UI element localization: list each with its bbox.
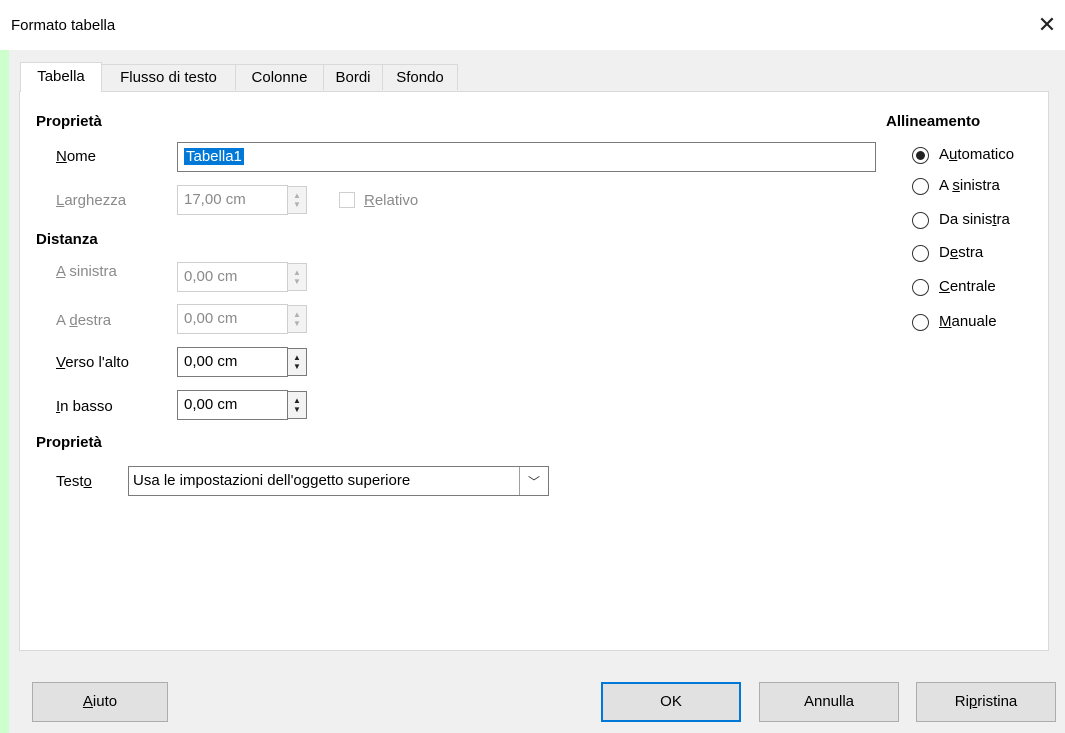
properties-header: Proprietà	[36, 113, 102, 130]
reset-button[interactable]: Ripristina	[916, 682, 1056, 722]
left-accent-strip	[0, 0, 9, 733]
radio-manual-label: Manuale	[939, 313, 997, 330]
tab-panel	[19, 91, 1049, 651]
spacing-left-label: A sinistra	[56, 263, 117, 280]
spacing-right-input[interactable]: 0,00 cm	[177, 304, 288, 334]
spacing-bottom-input[interactable]: 0,00 cm	[177, 390, 288, 420]
radio-center-label: Centrale	[939, 278, 996, 295]
radio-from-left[interactable]	[912, 212, 929, 229]
tab-sfondo[interactable]: Sfondo	[382, 64, 458, 90]
name-input[interactable]: Tabella1	[177, 142, 876, 172]
text-direction-label: Testo	[56, 473, 92, 490]
radio-center[interactable]	[912, 279, 929, 296]
spacing-bottom-spin-button[interactable]: ▲ ▼	[287, 391, 307, 419]
spacing-top-label: Verso l'alto	[56, 354, 129, 371]
help-button[interactable]: Aiuto	[32, 682, 168, 722]
tab-flusso-di-testo[interactable]: Flusso di testo	[101, 64, 236, 90]
radio-left-label: A sinistra	[939, 177, 1000, 194]
tab-bordi[interactable]: Bordi	[323, 64, 383, 90]
spacing-bottom-label: In basso	[56, 398, 113, 415]
radio-automatic-label: Automatico	[939, 146, 1015, 163]
text-direction-dropdown[interactable]: Usa le impostazioni dell'oggetto superio…	[128, 466, 549, 496]
spacing-right-spin-button[interactable]: ▲ ▼	[287, 305, 307, 333]
text-direction-value: Usa le impostazioni dell'oggetto superio…	[133, 472, 411, 489]
radio-manual[interactable]	[912, 314, 929, 331]
radio-from-left-label: Da sinistra	[939, 211, 1010, 228]
spacing-header: Distanza	[36, 231, 98, 248]
radio-right[interactable]	[912, 245, 929, 262]
relative-checkbox[interactable]	[339, 192, 355, 208]
spacing-top-spin-button[interactable]: ▲ ▼	[287, 348, 307, 376]
spacing-right-label: A destra	[56, 312, 112, 329]
tab-colonne[interactable]: Colonne	[235, 64, 324, 90]
spacing-top-input[interactable]: 0,00 cm	[177, 347, 288, 377]
width-label: Larghezza	[56, 192, 127, 209]
cancel-button[interactable]: Annulla	[759, 682, 899, 722]
width-input[interactable]: 17,00 cm	[177, 185, 288, 215]
chevron-down-icon[interactable]: ﹀	[519, 467, 548, 495]
relative-label: Relativo	[364, 192, 419, 209]
tab-tabella[interactable]: Tabella	[20, 62, 102, 92]
radio-right-label: Destra	[939, 244, 984, 261]
width-spin-button[interactable]: ▲ ▼	[287, 186, 307, 214]
close-icon[interactable]: ✕	[1030, 8, 1064, 42]
radio-left[interactable]	[912, 178, 929, 195]
spacing-left-spin-button[interactable]: ▲ ▼	[287, 263, 307, 291]
properties2-header: Proprietà	[36, 434, 102, 451]
title-bar: Formato tabella ✕	[0, 0, 1065, 50]
alignment-header: Allineamento	[886, 113, 981, 130]
window-title: Formato tabella	[11, 17, 116, 34]
name-label: Nome	[56, 148, 97, 165]
radio-automatic[interactable]	[912, 147, 929, 164]
ok-button[interactable]: OK	[601, 682, 741, 722]
spacing-left-input[interactable]: 0,00 cm	[177, 262, 288, 292]
